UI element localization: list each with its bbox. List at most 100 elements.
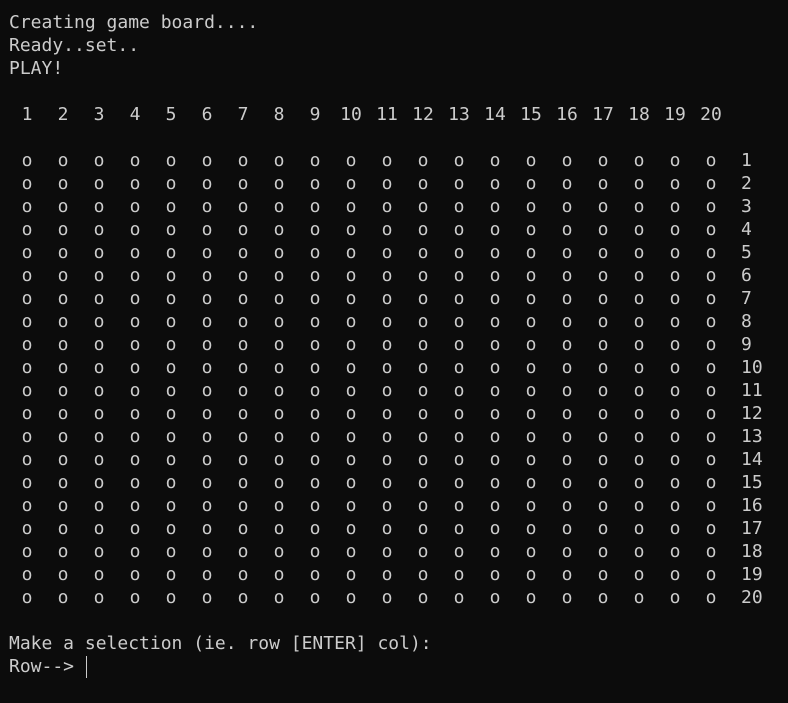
board-cell: o <box>561 311 573 332</box>
board-cell: o <box>381 426 393 447</box>
terminal-window: Creating game board.... Ready..set.. PLA… <box>0 0 788 703</box>
board-cell: o <box>57 495 69 516</box>
board-cell: o <box>21 403 33 424</box>
board-cell: o <box>633 403 645 424</box>
column-header: 4 <box>129 104 141 125</box>
board-cell: o <box>525 403 537 424</box>
board-cell: o <box>669 173 681 194</box>
board-cell: o <box>705 380 717 401</box>
board-cell: o <box>633 150 645 171</box>
column-header: 17 <box>592 104 614 125</box>
row-label: 3 <box>741 196 752 217</box>
board-cell: o <box>345 265 357 286</box>
board-cell: o <box>633 357 645 378</box>
board-cell: o <box>21 219 33 240</box>
board-cell: o <box>57 265 69 286</box>
board-cell: o <box>237 311 249 332</box>
board-cell: o <box>561 173 573 194</box>
board-cell: o <box>705 196 717 217</box>
row-input-line[interactable]: Row--> <box>9 655 87 678</box>
board-cell: o <box>237 196 249 217</box>
board-cell: o <box>309 426 321 447</box>
board-cell: o <box>561 518 573 539</box>
column-header: 18 <box>628 104 650 125</box>
board-cell: o <box>309 472 321 493</box>
board-cell: o <box>381 518 393 539</box>
board-cell: o <box>597 472 609 493</box>
board-cell: o <box>417 587 429 608</box>
board-cell: o <box>93 196 105 217</box>
board-cell: o <box>165 334 177 355</box>
board-cell: o <box>381 219 393 240</box>
board-cell: o <box>21 564 33 585</box>
board-cell: o <box>93 265 105 286</box>
row-label: 17 <box>741 518 763 539</box>
board-cell: o <box>705 449 717 470</box>
board-cell: o <box>381 472 393 493</box>
row-label: 12 <box>741 403 763 424</box>
board-cell: o <box>129 219 141 240</box>
board-cell: o <box>453 495 465 516</box>
board-cell: o <box>309 495 321 516</box>
board-cell: o <box>165 288 177 309</box>
board-cell: o <box>489 242 501 263</box>
board-cell: o <box>561 564 573 585</box>
board-cell: o <box>345 334 357 355</box>
board-cell: o <box>597 196 609 217</box>
board-cell: o <box>381 196 393 217</box>
board-cell: o <box>309 357 321 378</box>
board-cell: o <box>93 334 105 355</box>
row-label: 8 <box>741 311 752 332</box>
board-cell: o <box>669 587 681 608</box>
row-label: 2 <box>741 173 752 194</box>
board-cell: o <box>597 357 609 378</box>
board-cell: o <box>129 265 141 286</box>
row-label: 11 <box>741 380 763 401</box>
board-cell: o <box>525 265 537 286</box>
board-cell: o <box>201 587 213 608</box>
board-cell: o <box>561 150 573 171</box>
board-cell: o <box>453 541 465 562</box>
board-cell: o <box>453 265 465 286</box>
board-cell: o <box>453 472 465 493</box>
board-cell: o <box>417 311 429 332</box>
board-cell: o <box>453 219 465 240</box>
board-cell: o <box>201 357 213 378</box>
board-cell: o <box>237 380 249 401</box>
board-cell: o <box>237 564 249 585</box>
board-cell: o <box>489 541 501 562</box>
board-cell: o <box>561 265 573 286</box>
board-cell: o <box>345 587 357 608</box>
board-cell: o <box>273 173 285 194</box>
board-cell: o <box>381 265 393 286</box>
board-cell: o <box>633 426 645 447</box>
board-cell: o <box>129 541 141 562</box>
board-cell: o <box>201 426 213 447</box>
board-cell: o <box>129 472 141 493</box>
board-cell: o <box>669 150 681 171</box>
board-cell: o <box>273 265 285 286</box>
column-header: 9 <box>309 104 321 125</box>
board-cell: o <box>525 541 537 562</box>
column-header: 19 <box>664 104 686 125</box>
board-cell: o <box>633 564 645 585</box>
column-header: 12 <box>412 104 434 125</box>
board-cell: o <box>165 472 177 493</box>
board-cell: o <box>705 288 717 309</box>
board-cell: o <box>93 541 105 562</box>
board-cell: o <box>417 403 429 424</box>
board-cell: o <box>21 426 33 447</box>
row-label: 6 <box>741 265 752 286</box>
board-cell: o <box>129 196 141 217</box>
row-label: 4 <box>741 219 752 240</box>
board-cell: o <box>237 587 249 608</box>
board-cell: o <box>525 449 537 470</box>
board-cell: o <box>237 495 249 516</box>
board-cell: o <box>417 196 429 217</box>
column-header: 1 <box>21 104 33 125</box>
board-cell: o <box>597 541 609 562</box>
board-cell: o <box>633 518 645 539</box>
board-cell: o <box>489 196 501 217</box>
board-cell: o <box>561 334 573 355</box>
board-cell: o <box>201 518 213 539</box>
